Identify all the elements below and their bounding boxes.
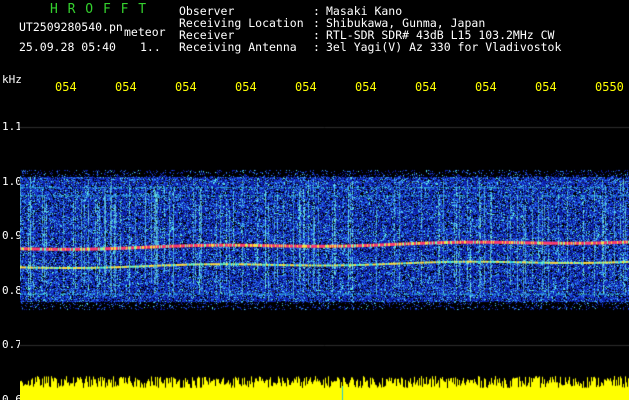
time-tick-label: 054 [535,80,557,94]
spectrogram-heatmap [20,100,629,400]
time-tick-label: 054 [295,80,317,94]
datetime: 25.09.28 05:40 [19,40,116,54]
y-axis-label: kHz [2,73,22,86]
brand-title: H R O F F T [50,2,148,17]
field-label-antenna: Receiving Antenna [179,40,297,54]
hrofft-screen: H R O F F T UT2509280540.pn meteor 25.09… [0,0,629,400]
time-tick-label: 054 [115,80,137,94]
y-tick-label: 0.6 [2,393,22,400]
y-tick-label: 0.7 [2,338,22,352]
field-sep: : [313,40,320,54]
time-tick-label: 054 [235,80,257,94]
time-tick-label: 054 [355,80,377,94]
time-tick-label: 054 [475,80,497,94]
y-tick-label: 1.0 [2,174,22,188]
time-tick-label: 054 [55,80,77,94]
counter: 1.. [140,40,161,54]
time-tick-label: 0550 [595,80,624,94]
y-tick-label: 1.1 [2,120,22,134]
field-value-antenna: 3el Yagi(V) Az 330 for Vladivostok [326,40,562,54]
time-tick-label: 054 [175,80,197,94]
y-tick-label: 0.8 [2,283,22,297]
y-tick-label: 0.9 [2,229,22,243]
time-tick-label: 054 [415,80,437,94]
filename: UT2509280540.pn [19,20,123,34]
mode-label: meteor [124,25,166,39]
